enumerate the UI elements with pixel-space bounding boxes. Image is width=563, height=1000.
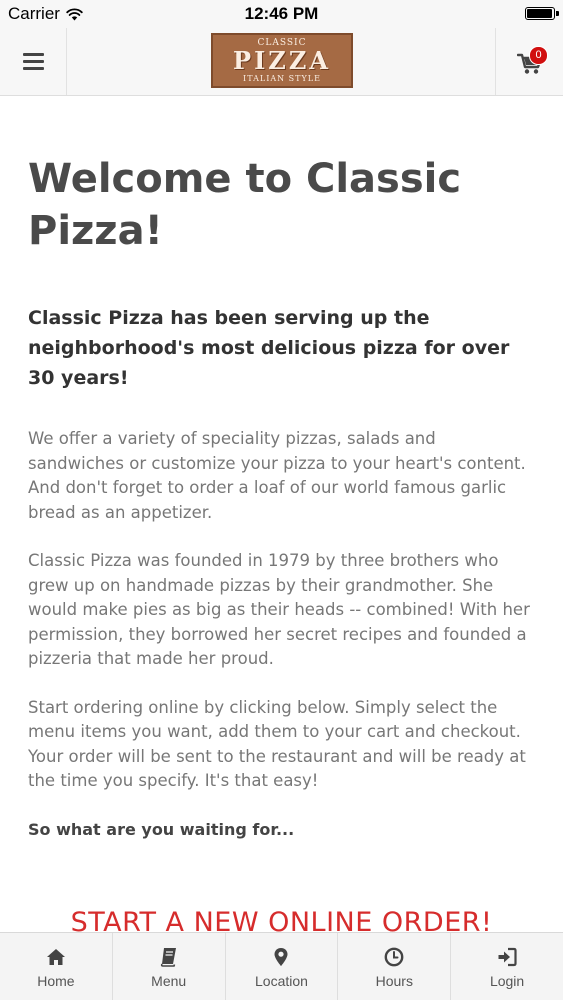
status-bar: Carrier 12:46 PM [0, 0, 563, 28]
tab-home-label: Home [37, 973, 75, 989]
map-marker-icon [274, 948, 288, 966]
tab-hours-label: Hours [375, 973, 413, 989]
battery-cap [556, 11, 559, 16]
bottom-tab-bar: Home Menu Location Hours Login [0, 932, 563, 1000]
menu-button[interactable] [0, 28, 67, 95]
cta-question: So what are you waiting for... [28, 819, 295, 839]
ordering-paragraph: Start ordering online by clicking below.… [28, 697, 526, 791]
cart-button[interactable]: 0 [495, 28, 563, 95]
app-screen: Carrier 12:46 PM CLASSIC PIZZA ITALIAN S… [0, 0, 563, 1000]
tab-hours[interactable]: Hours [338, 933, 452, 1000]
tab-location[interactable]: Location [226, 933, 339, 1000]
intro-lead-text: Classic Pizza has been serving up the ne… [28, 307, 510, 389]
hamburger-menu-icon [22, 49, 44, 74]
tab-login-label: Login [489, 973, 525, 989]
tab-login[interactable]: Login [451, 933, 563, 1000]
app-header: CLASSIC PIZZA ITALIAN STYLE 0 [0, 28, 563, 96]
tab-home[interactable]: Home [0, 933, 113, 1000]
tab-menu[interactable]: Menu [113, 933, 226, 1000]
cart-count-badge: 0 [529, 46, 548, 65]
tab-menu-label: Menu [151, 973, 187, 989]
logo-bottom-text: ITALIAN STYLE [243, 74, 321, 83]
book-icon [160, 948, 176, 967]
classic-pizza-logo[interactable]: CLASSIC PIZZA ITALIAN STYLE [211, 33, 353, 88]
battery-level [527, 9, 552, 18]
history-paragraph: Classic Pizza was founded in 1979 by thr… [28, 551, 530, 668]
clock-icon [384, 947, 404, 967]
status-time: 12:46 PM [244, 4, 319, 23]
offer-paragraph: We offer a variety of speciality pizzas,… [28, 429, 526, 522]
tab-location-label: Location [255, 973, 308, 989]
logo-main-text: PIZZA [233, 46, 331, 75]
home-icon [46, 949, 65, 965]
page-title: Welcome to Classic Pizza! [28, 156, 462, 254]
sign-in-icon [498, 947, 517, 967]
welcome-content: Welcome to Classic Pizza! Classic Pizza … [0, 97, 563, 932]
battery-icon [525, 7, 555, 20]
start-order-link[interactable]: START A NEW ONLINE ORDER! [0, 907, 563, 932]
